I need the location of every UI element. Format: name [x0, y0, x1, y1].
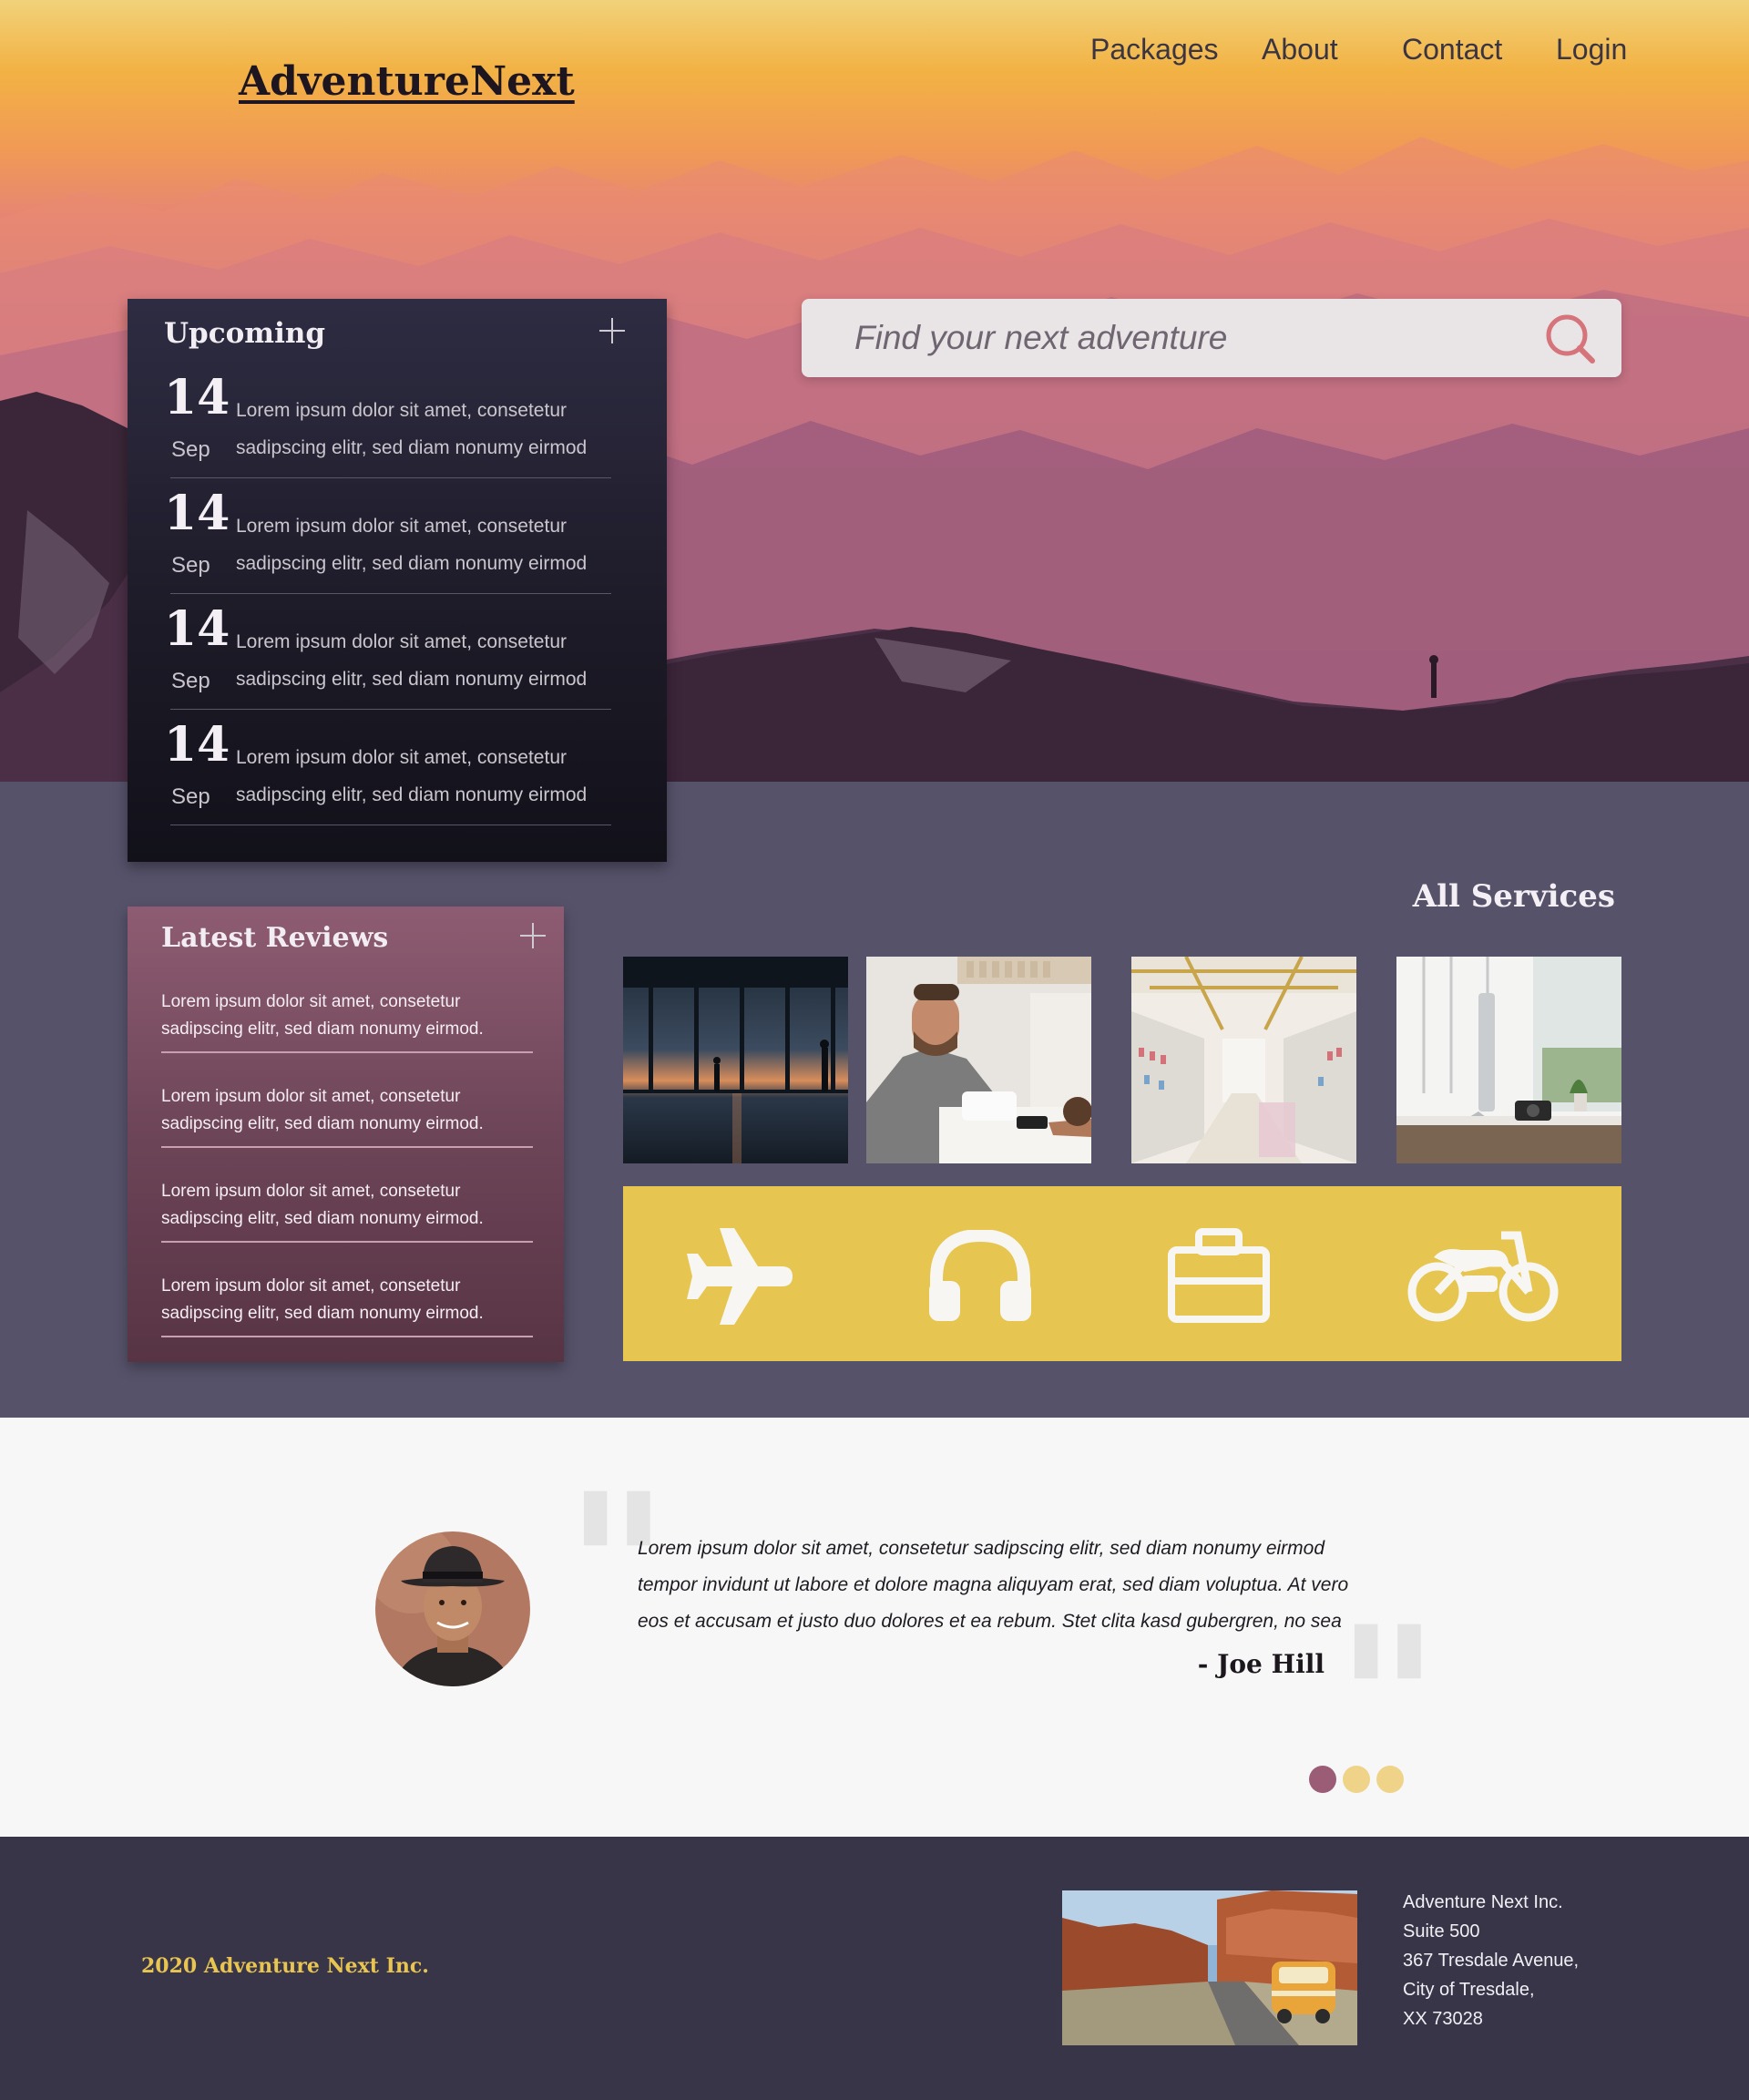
service-icons-bar: [623, 1186, 1621, 1361]
review-line-1: Lorem ipsum dolor sit amet, consetetur: [161, 992, 461, 1011]
event-item[interactable]: 14 Sep Lorem ipsum dolor sit amet, conse…: [128, 601, 703, 710]
checkout-photo[interactable]: [866, 957, 1091, 1163]
review-item[interactable]: Lorem ipsum dolor sit amet, consetetur sa…: [161, 1273, 535, 1327]
event-day: 14: [164, 486, 230, 541]
review-divider: [161, 1051, 533, 1053]
latest-reviews-panel: Latest Reviews Lorem ipsum dolor sit ame…: [128, 907, 564, 1362]
briefcase-icon[interactable]: [1168, 1228, 1270, 1323]
address-city: City of Tresdale,: [1403, 1980, 1535, 2000]
nav-login[interactable]: Login: [1556, 33, 1627, 67]
event-line-1: Lorem ipsum dolor sit amet, consetetur: [236, 400, 567, 421]
upcoming-title: Upcoming: [164, 317, 326, 350]
review-line-2: sadipscing elitr, sed diam nonumy eirmod…: [161, 1114, 484, 1133]
event-item[interactable]: 14 Sep Lorem ipsum dolor sit amet, conse…: [128, 717, 703, 825]
motorcycle-icon[interactable]: [1406, 1230, 1561, 1325]
event-month: Sep: [171, 784, 210, 809]
event-day: 14: [164, 601, 230, 657]
event-divider: [170, 477, 611, 478]
nav-packages[interactable]: Packages: [1090, 33, 1219, 67]
event-item[interactable]: 14 Sep Lorem ipsum dolor sit amet, conse…: [128, 370, 703, 478]
avatar: [375, 1531, 530, 1686]
event-text: Lorem ipsum dolor sit amet, consetetur sa…: [236, 507, 609, 582]
testimonial-author: - Joe Hill: [1197, 1649, 1325, 1679]
review-item[interactable]: Lorem ipsum dolor sit amet, consetetur sa…: [161, 989, 535, 1043]
carousel-dot-active[interactable]: [1309, 1766, 1336, 1793]
event-divider: [170, 593, 611, 594]
event-day: 14: [164, 370, 230, 425]
expand-upcoming-plus-icon[interactable]: [599, 318, 625, 343]
nav-contact[interactable]: Contact: [1402, 33, 1502, 67]
reviews-title: Latest Reviews: [161, 922, 389, 954]
address-suite: Suite 500: [1403, 1921, 1480, 1941]
review-line-2: sadipscing elitr, sed diam nonumy eirmod…: [161, 1019, 484, 1039]
desk-photo[interactable]: [1396, 957, 1621, 1163]
review-item[interactable]: Lorem ipsum dolor sit amet, consetetur sa…: [161, 1178, 535, 1233]
airplane-icon[interactable]: [683, 1226, 793, 1327]
quote-line-1: Lorem ipsum dolor sit amet, consetetur s…: [638, 1538, 1325, 1559]
event-text: Lorem ipsum dolor sit amet, consetetur sa…: [236, 623, 609, 698]
search-bar: [802, 299, 1621, 377]
review-divider: [161, 1336, 533, 1337]
review-line-2: sadipscing elitr, sed diam nonumy eirmod…: [161, 1209, 484, 1228]
event-day: 14: [164, 717, 230, 773]
review-line-1: Lorem ipsum dolor sit amet, consetetur: [161, 1276, 461, 1296]
testimonial-quote: Lorem ipsum dolor sit amet, consetetur s…: [638, 1531, 1357, 1640]
review-item[interactable]: Lorem ipsum dolor sit amet, consetetur sa…: [161, 1083, 535, 1138]
quote-line-3: eos et accusam et justo duo dolores et e…: [638, 1611, 1342, 1632]
event-line-1: Lorem ipsum dolor sit amet, consetetur: [236, 631, 567, 652]
event-month: Sep: [171, 553, 210, 578]
address-company: Adventure Next Inc.: [1403, 1892, 1563, 1912]
review-divider: [161, 1146, 533, 1148]
event-text: Lorem ipsum dolor sit amet, consetetur sa…: [236, 739, 609, 814]
event-line-2: sadipscing elitr, sed diam nonumy eirmod: [236, 437, 588, 458]
headphones-icon[interactable]: [929, 1230, 1031, 1321]
footer-copyright: 2020 Adventure Next Inc.: [141, 1954, 429, 1978]
event-line-2: sadipscing elitr, sed diam nonumy eirmod: [236, 784, 588, 805]
expand-reviews-plus-icon[interactable]: [520, 923, 546, 948]
footer-address: Adventure Next Inc. Suite 500 367 Tresda…: [1403, 1888, 1579, 2033]
event-item[interactable]: 14 Sep Lorem ipsum dolor sit amet, conse…: [128, 486, 703, 594]
event-month: Sep: [171, 437, 210, 462]
carousel-dot[interactable]: [1376, 1766, 1404, 1793]
carousel-dot[interactable]: [1343, 1766, 1370, 1793]
event-line-2: sadipscing elitr, sed diam nonumy eirmod: [236, 669, 588, 690]
store-photo[interactable]: [1131, 957, 1356, 1163]
review-line-1: Lorem ipsum dolor sit amet, consetetur: [161, 1182, 461, 1201]
event-line-1: Lorem ipsum dolor sit amet, consetetur: [236, 516, 567, 537]
event-text: Lorem ipsum dolor sit amet, consetetur sa…: [236, 392, 609, 466]
quote-line-2: tempor invidunt ut labore et dolore magn…: [638, 1574, 1349, 1595]
event-divider: [170, 709, 611, 710]
search-icon[interactable]: [1543, 312, 1598, 366]
event-month: Sep: [171, 669, 210, 693]
review-divider: [161, 1241, 533, 1243]
main-nav: Packages About Contact Login: [0, 33, 1749, 87]
search-input[interactable]: [854, 312, 1510, 364]
road-trip-photo: [1062, 1890, 1357, 2045]
airport-photo[interactable]: [623, 957, 848, 1163]
address-postcode: XX 73028: [1403, 2009, 1483, 2029]
review-line-1: Lorem ipsum dolor sit amet, consetetur: [161, 1087, 461, 1106]
nav-about[interactable]: About: [1262, 33, 1338, 67]
event-line-2: sadipscing elitr, sed diam nonumy eirmod: [236, 553, 588, 574]
event-line-1: Lorem ipsum dolor sit amet, consetetur: [236, 747, 567, 768]
services-title: All Services: [1412, 878, 1615, 915]
address-street: 367 Tresdale Avenue,: [1403, 1951, 1580, 1971]
review-line-2: sadipscing elitr, sed diam nonumy eirmod…: [161, 1304, 484, 1323]
